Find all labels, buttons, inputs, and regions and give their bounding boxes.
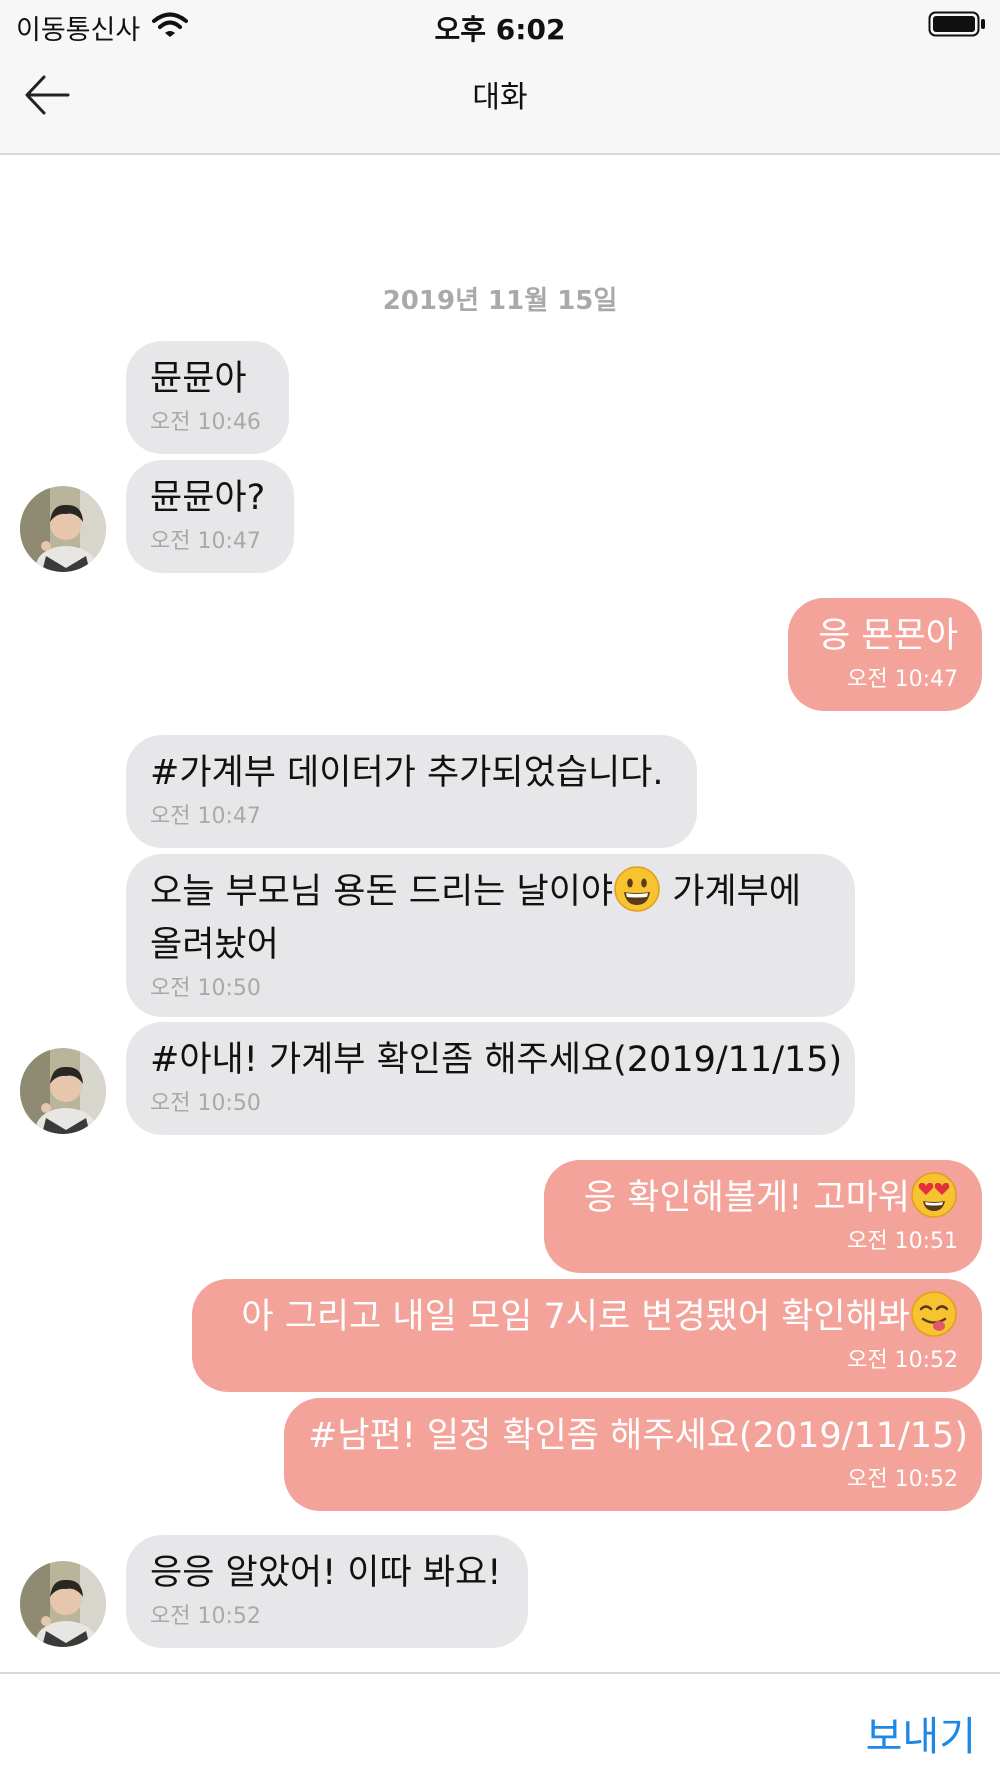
message-time: 오전 10:52 bbox=[150, 1604, 261, 1629]
incoming-message[interactable]: #아내! 가계부 확인좀 해주세요(2019/11/15) 오전 10:50 bbox=[126, 1022, 855, 1135]
incoming-message[interactable]: 오늘 부모님 용돈 드리는 날이야 가계부에 올려놨어 오전 10:50 bbox=[126, 854, 855, 1017]
message-input[interactable] bbox=[20, 1688, 844, 1760]
message-text: 응응 알았어! 이따 봐요! bbox=[150, 1553, 502, 1593]
message-text: 뮨뮨아 bbox=[150, 359, 247, 399]
outgoing-message[interactable]: 응 확인해볼게! 고마워 오전 10:51 bbox=[544, 1160, 982, 1273]
message-time: 오전 10:47 bbox=[150, 804, 261, 829]
message-time: 오전 10:50 bbox=[150, 1091, 261, 1116]
yum-face-icon bbox=[911, 1291, 957, 1337]
message-time: 오전 10:47 bbox=[847, 667, 958, 692]
message-text-part: 오늘 부모님 용돈 드리는 날이야 bbox=[150, 872, 614, 912]
message-time: 오전 10:52 bbox=[847, 1467, 958, 1492]
avatar-photo bbox=[20, 486, 106, 572]
grinning-face-icon bbox=[614, 866, 660, 912]
message-time: 오전 10:50 bbox=[150, 976, 261, 1001]
nav-bar: 대화 bbox=[0, 50, 1000, 155]
message-text: #남편! 일정 확인좀 해주세요(2019/11/15) bbox=[308, 1416, 968, 1456]
message-text-part: 가계부에 bbox=[661, 872, 802, 912]
message-text-line2: 올려놨어 bbox=[150, 925, 279, 965]
message-text: #아내! 가계부 확인좀 해주세요(2019/11/15) bbox=[150, 1040, 843, 1080]
message-text: 뮨뮨아? bbox=[150, 478, 266, 518]
message-time: 오전 10:46 bbox=[150, 410, 261, 435]
incoming-message[interactable]: #가계부 데이터가 추가되었습니다. 오전 10:47 bbox=[126, 735, 697, 848]
nav-title: 대화 bbox=[472, 80, 528, 115]
message-text: 응 묜묜아 bbox=[818, 616, 958, 656]
message-time: 오전 10:52 bbox=[847, 1348, 958, 1373]
message-text: 아 그리고 내일 모임 7시로 변경됐어 확인해봐 bbox=[216, 1291, 958, 1344]
send-button[interactable]: 보내기 bbox=[866, 1704, 976, 1762]
message-time: 오전 10:51 bbox=[847, 1229, 958, 1254]
message-text-part: 아 그리고 내일 모임 7시로 변경됐어 확인해봐 bbox=[241, 1297, 910, 1337]
message-text: #가계부 데이터가 추가되었습니다. bbox=[150, 753, 664, 793]
message-text-part: 응 확인해볼게! 고마워 bbox=[583, 1178, 910, 1218]
message-text: 오늘 부모님 용돈 드리는 날이야 가계부에 bbox=[150, 866, 831, 919]
incoming-message[interactable]: 응응 알았어! 이따 봐요! 오전 10:52 bbox=[126, 1535, 528, 1648]
avatar[interactable] bbox=[20, 1561, 106, 1647]
date-separator: 2019년 11월 15일 bbox=[382, 286, 618, 316]
avatar[interactable] bbox=[20, 1048, 106, 1134]
battery-icon bbox=[928, 11, 985, 37]
incoming-message[interactable]: 뮨뮨아? 오전 10:47 bbox=[126, 460, 294, 573]
outgoing-message[interactable]: 응 묜묜아 오전 10:47 bbox=[788, 598, 982, 711]
avatar-photo bbox=[20, 1561, 106, 1647]
heart-eyes-face-icon bbox=[911, 1172, 957, 1218]
clock: 오후 6:02 bbox=[434, 13, 566, 46]
avatar[interactable] bbox=[20, 486, 106, 572]
outgoing-message[interactable]: #남편! 일정 확인좀 해주세요(2019/11/15) 오전 10:52 bbox=[284, 1398, 982, 1511]
message-text: 응 확인해볼게! 고마워 bbox=[568, 1172, 958, 1225]
status-bar: 이동통신사 오후 6:02 bbox=[0, 0, 1000, 50]
message-input-bar: 보내기 bbox=[0, 1672, 1000, 1780]
incoming-message[interactable]: 뮨뮨아 오전 10:46 bbox=[126, 341, 289, 454]
avatar-photo bbox=[20, 1048, 106, 1134]
outgoing-message[interactable]: 아 그리고 내일 모임 7시로 변경됐어 확인해봐 오전 10:52 bbox=[192, 1279, 982, 1392]
message-time: 오전 10:47 bbox=[150, 529, 261, 554]
